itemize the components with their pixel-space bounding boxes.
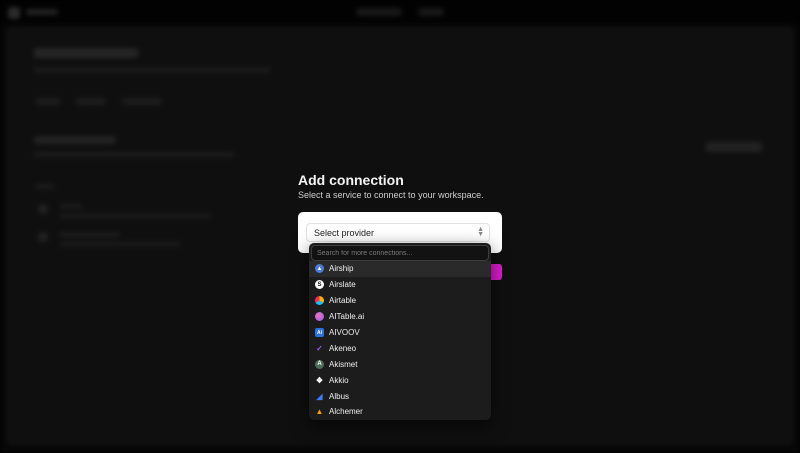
airslate-icon: S: [315, 280, 324, 290]
provider-item-label: AITable.ai: [329, 312, 365, 322]
provider-list: ▲ Airship S Airslate Airtable AITable.ai…: [309, 261, 491, 420]
provider-item-aitable[interactable]: AITable.ai: [309, 309, 491, 325]
provider-item-airslate[interactable]: S Airslate: [309, 277, 491, 293]
provider-dropdown: ▲ Airship S Airslate Airtable AITable.ai…: [309, 243, 491, 420]
provider-item-airship[interactable]: ▲ Airship: [309, 261, 491, 277]
provider-item-label: Akismet: [329, 359, 358, 369]
provider-select-label: Select provider: [314, 228, 375, 238]
dialog-title: Add connection: [298, 172, 404, 188]
akeneo-icon: ✓: [316, 343, 323, 353]
provider-item-label: Airship: [329, 264, 354, 274]
provider-item-airtable[interactable]: Airtable: [309, 293, 491, 309]
aivoov-icon: Ai: [315, 328, 324, 337]
provider-item-akeneo[interactable]: ✓ Akeneo: [309, 340, 491, 356]
search-input[interactable]: [312, 246, 488, 260]
provider-item-label: Airtable: [329, 296, 357, 306]
provider-item-akismet[interactable]: A Akismet: [309, 356, 491, 372]
dialog-subtitle: Select a service to connect to your work…: [298, 190, 484, 200]
provider-item-label: Akkio: [329, 375, 349, 385]
akkio-icon: ❖: [315, 375, 324, 385]
chevron-up-down-icon: ▲ ▼: [477, 226, 484, 238]
provider-item-label: Airslate: [329, 280, 356, 290]
alchemer-icon: ▲: [315, 407, 324, 417]
provider-item-label: Alchemer: [329, 407, 363, 417]
airtable-icon: [315, 296, 324, 306]
provider-item-label: Akeneo: [329, 343, 357, 353]
aitable-icon: [315, 312, 324, 322]
akismet-icon: A: [315, 359, 324, 369]
provider-item-label: AIVOOV: [329, 328, 360, 337]
airship-icon: ▲: [315, 264, 324, 274]
provider-item-albus[interactable]: ◢ Albus: [309, 388, 491, 404]
provider-item-aivoov[interactable]: Ai AIVOOV: [309, 325, 491, 341]
provider-item-label: Albus: [329, 391, 350, 401]
provider-select[interactable]: Select provider ▲ ▼: [306, 223, 490, 242]
albus-icon: ◢: [316, 391, 323, 401]
provider-item-alchemer[interactable]: ▲ Alchemer: [309, 404, 491, 420]
provider-item-akkio[interactable]: ❖ Akkio: [309, 372, 491, 388]
search-box: [311, 245, 489, 261]
